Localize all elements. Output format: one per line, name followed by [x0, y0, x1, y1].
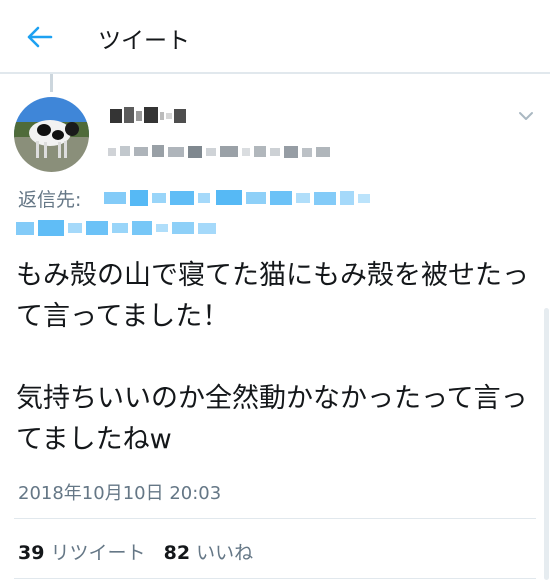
- like-count: 82: [163, 542, 191, 564]
- reply-to-handles-redacted[interactable]: [104, 186, 376, 210]
- tweet-stats: 39 リツイート 82 いいね: [18, 538, 253, 565]
- tweet-timestamp[interactable]: 2018年10月10日 20:03: [18, 479, 221, 505]
- retweet-count-link[interactable]: 39 リツイート: [18, 542, 152, 564]
- like-label: いいね: [196, 542, 254, 564]
- reply-to-handles-redacted-line2[interactable]: [16, 216, 226, 240]
- reply-to-label: 返信先:: [18, 189, 82, 211]
- display-name-redacted[interactable]: [108, 103, 258, 129]
- app-header: ツイート: [0, 0, 550, 74]
- chevron-down-icon[interactable]: [516, 106, 536, 126]
- scrollbar[interactable]: [544, 308, 549, 580]
- page-title: ツイート: [98, 28, 190, 54]
- divider: [14, 578, 536, 579]
- avatar[interactable]: [14, 97, 89, 172]
- divider: [14, 518, 536, 519]
- handle-redacted: [108, 145, 330, 158]
- back-arrow-icon[interactable]: [24, 22, 54, 52]
- cow-avatar-image: [14, 97, 89, 172]
- tweet-text: もみ殻の山で寝てた猫にもみ殻を被せたって言ってました！ 気持ちいいのか全然動かな…: [16, 260, 529, 455]
- like-count-link[interactable]: 82 いいね: [164, 542, 254, 564]
- thread-connector-line: [50, 74, 53, 92]
- retweet-count: 39: [18, 542, 45, 564]
- retweet-label: リツイート: [50, 542, 146, 564]
